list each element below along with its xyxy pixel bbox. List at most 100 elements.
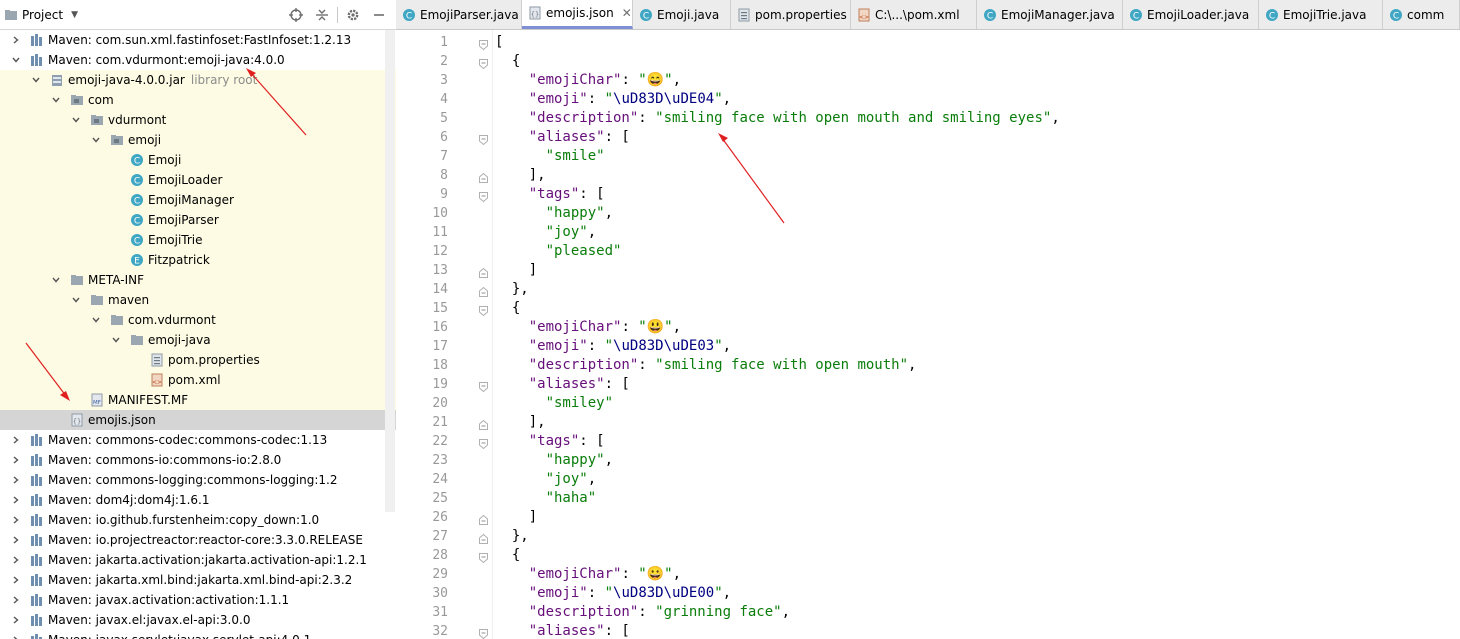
editor-tab[interactable]: C EmojiManager.java xyxy=(977,0,1123,29)
chevron-down-icon[interactable] xyxy=(88,130,104,150)
fold-open-icon[interactable] xyxy=(479,303,488,317)
chevron-right-icon[interactable] xyxy=(8,530,24,550)
code-line[interactable]: 16 "emojiChar": "😃", xyxy=(396,318,1460,337)
tree-item[interactable]: Maven: javax.el:javax.el-api:3.0.0 xyxy=(0,610,396,630)
code-line[interactable]: 25 "haha" xyxy=(396,489,1460,508)
tree-item[interactable]: Maven: javax.activation:activation:1.1.1 xyxy=(0,590,396,610)
chevron-right-icon[interactable] xyxy=(8,450,24,470)
code-line[interactable]: 12 "pleased" xyxy=(396,242,1460,261)
tree-item[interactable]: maven xyxy=(0,290,396,310)
tree-item[interactable]: {} emojis.json xyxy=(0,410,396,430)
code-line[interactable]: 5 "description": "smiling face with open… xyxy=(396,109,1460,128)
code-line[interactable]: 18 "description": "smiling face with ope… xyxy=(396,356,1460,375)
editor-tab[interactable]: C Emoji.java xyxy=(633,0,731,29)
chevron-right-icon[interactable] xyxy=(8,30,24,50)
tree-item[interactable]: Maven: com.sun.xml.fastinfoset:FastInfos… xyxy=(0,30,396,50)
tree-item[interactable]: emoji-java-4.0.0.jar library root xyxy=(0,70,396,90)
project-tree-scrollbar[interactable] xyxy=(385,30,395,512)
chevron-right-icon[interactable] xyxy=(8,630,24,639)
fold-open-icon[interactable] xyxy=(479,189,488,203)
fold-close-icon[interactable] xyxy=(479,512,488,525)
editor-tab[interactable]: pom.properties xyxy=(731,0,851,29)
tree-item[interactable]: Maven: jakarta.xml.bind:jakarta.xml.bind… xyxy=(0,570,396,590)
tree-item[interactable]: C Emoji xyxy=(0,150,396,170)
code-line[interactable]: 13 ] xyxy=(396,261,1460,280)
chevron-right-icon[interactable] xyxy=(8,510,24,530)
chevron-right-icon[interactable] xyxy=(8,430,24,450)
tree-item[interactable]: Maven: jakarta.activation:jakarta.activa… xyxy=(0,550,396,570)
tree-item[interactable]: Maven: io.projectreactor:reactor-core:3.… xyxy=(0,530,396,550)
tree-item[interactable]: C EmojiTrie xyxy=(0,230,396,250)
fold-close-icon[interactable] xyxy=(479,531,488,544)
chevron-right-icon[interactable] xyxy=(8,550,24,570)
tree-item[interactable]: Maven: io.github.furstenheim:copy_down:1… xyxy=(0,510,396,530)
tree-item[interactable]: Maven: javax.servlet:javax.servlet-api:4… xyxy=(0,630,396,639)
tree-item[interactable]: vdurmont xyxy=(0,110,396,130)
code-line[interactable]: 15 { xyxy=(396,299,1460,318)
code-line[interactable]: 3 "emojiChar": "😄", xyxy=(396,71,1460,90)
fold-open-icon[interactable] xyxy=(479,56,488,70)
chevron-down-icon[interactable] xyxy=(28,70,44,90)
code-line[interactable]: 31 "description": "grinning face", xyxy=(396,603,1460,622)
project-view-selector[interactable]: Project xyxy=(22,8,63,22)
hide-panel-button[interactable] xyxy=(366,5,392,25)
collapse-all-button[interactable] xyxy=(309,5,335,25)
tree-item[interactable]: com xyxy=(0,90,396,110)
chevron-right-icon[interactable] xyxy=(8,590,24,610)
editor-tab[interactable]: {} emojis.json ✕ xyxy=(522,0,633,29)
editor-tab[interactable]: C EmojiTrie.java xyxy=(1259,0,1383,29)
tree-item[interactable]: META-INF xyxy=(0,270,396,290)
code-line[interactable]: 10 "happy", xyxy=(396,204,1460,223)
fold-close-icon[interactable] xyxy=(479,170,488,183)
chevron-down-icon[interactable]: ▼ xyxy=(71,10,78,20)
editor-tab[interactable]: C EmojiLoader.java xyxy=(1123,0,1259,29)
code-line[interactable]: 20 "smiley" xyxy=(396,394,1460,413)
code-line[interactable]: 6 "aliases": [ xyxy=(396,128,1460,147)
code-line[interactable]: 32 "aliases": [ xyxy=(396,622,1460,639)
code-line[interactable]: 17 "emoji": "\uD83D\uDE03", xyxy=(396,337,1460,356)
settings-button[interactable] xyxy=(340,5,366,25)
chevron-down-icon[interactable] xyxy=(88,310,104,330)
fold-open-icon[interactable] xyxy=(479,379,488,393)
chevron-down-icon[interactable] xyxy=(108,330,124,350)
fold-open-icon[interactable] xyxy=(479,436,488,450)
code-line[interactable]: 14 }, xyxy=(396,280,1460,299)
code-line[interactable]: 4 "emoji": "\uD83D\uDE04", xyxy=(396,90,1460,109)
chevron-down-icon[interactable] xyxy=(8,50,24,70)
code-line[interactable]: 8 ], xyxy=(396,166,1460,185)
fold-open-icon[interactable] xyxy=(479,626,488,639)
code-line[interactable]: 2 { xyxy=(396,52,1460,71)
code-line[interactable]: 28 { xyxy=(396,546,1460,565)
code-line[interactable]: 21 ], xyxy=(396,413,1460,432)
tree-item[interactable]: C EmojiLoader xyxy=(0,170,396,190)
chevron-right-icon[interactable] xyxy=(8,490,24,510)
editor-tab[interactable]: C EmojiParser.java xyxy=(396,0,522,29)
fold-open-icon[interactable] xyxy=(479,37,488,51)
chevron-right-icon[interactable] xyxy=(8,470,24,490)
tree-item[interactable]: com.vdurmont xyxy=(0,310,396,330)
tree-item[interactable]: Maven: com.vdurmont:emoji-java:4.0.0 xyxy=(0,50,396,70)
code-line[interactable]: 19 "aliases": [ xyxy=(396,375,1460,394)
code-line[interactable]: 27 }, xyxy=(396,527,1460,546)
fold-open-icon[interactable] xyxy=(479,550,488,564)
chevron-down-icon[interactable] xyxy=(48,270,64,290)
code-line[interactable]: 29 "emojiChar": "😀", xyxy=(396,565,1460,584)
tree-item[interactable]: Maven: commons-codec:commons-codec:1.13 xyxy=(0,430,396,450)
code-line[interactable]: 7 "smile" xyxy=(396,147,1460,166)
code-line[interactable]: 24 "joy", xyxy=(396,470,1460,489)
chevron-right-icon[interactable] xyxy=(8,570,24,590)
chevron-down-icon[interactable] xyxy=(68,290,84,310)
code-line[interactable]: 9 "tags": [ xyxy=(396,185,1460,204)
code-line[interactable]: 22 "tags": [ xyxy=(396,432,1460,451)
fold-close-icon[interactable] xyxy=(479,417,488,430)
code-line[interactable]: 11 "joy", xyxy=(396,223,1460,242)
tree-item[interactable]: Maven: commons-io:commons-io:2.8.0 xyxy=(0,450,396,470)
code-line[interactable]: 26 ] xyxy=(396,508,1460,527)
code-line[interactable]: 1[ xyxy=(396,33,1460,52)
close-icon[interactable]: ✕ xyxy=(622,6,632,20)
tree-item[interactable]: emoji-java xyxy=(0,330,396,350)
fold-close-icon[interactable] xyxy=(479,265,488,278)
locate-file-button[interactable] xyxy=(283,5,309,25)
tree-item[interactable]: MF MANIFEST.MF xyxy=(0,390,396,410)
tree-item[interactable]: C EmojiManager xyxy=(0,190,396,210)
